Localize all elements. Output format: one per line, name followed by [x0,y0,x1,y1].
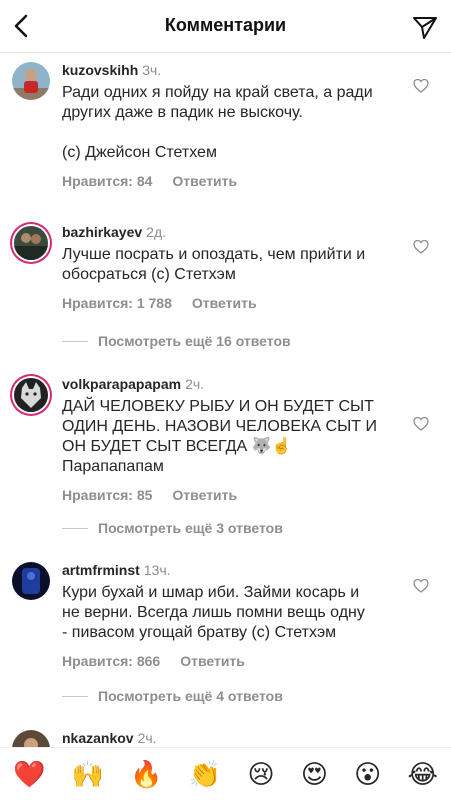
view-replies-label: Посмотреть ещё 4 ответов [98,688,283,704]
page-title: Комментарии [164,15,287,35]
heart-eyes-emoji-button[interactable]: 😍 [301,761,328,787]
view-replies-label: Посмотреть ещё 3 ответов [98,520,283,536]
laughing-emoji-button[interactable]: 😂 [407,761,437,787]
comment-username[interactable]: nkazankov [62,730,134,746]
divider-line [62,527,88,529]
comment-time: 2д. [146,224,167,240]
emoji-reaction-bar: ❤️ 🙌 🔥 👏 😢 😍 😮 😂 [0,747,451,800]
surprised-emoji-button[interactable]: 😮 [354,761,381,787]
comment-text: Ради одних я пойду на край света, а ради… [62,84,373,161]
comment-username[interactable]: artmfrminst [62,562,140,578]
top-bar: Комментарии [0,0,451,53]
comment-time: 3ч. [142,62,162,78]
fire-emoji-button[interactable]: 🔥 [130,761,162,787]
view-replies-button[interactable]: Посмотреть ещё 16 ответов [62,333,291,349]
heart-icon[interactable] [413,239,429,255]
avatar[interactable] [14,226,48,260]
heart-icon[interactable] [413,78,429,94]
divider-line [62,340,88,342]
comment-text: Кури бухай и шмар иби. Займи косарь и не… [62,584,365,641]
likes-count[interactable]: Нравится: 85 [62,487,152,503]
view-replies-button[interactable]: Посмотреть ещё 4 ответов [62,688,283,704]
reply-button[interactable]: Ответить [172,173,237,189]
view-replies-label: Посмотреть ещё 16 ответов [98,333,291,349]
likes-count[interactable]: Нравится: 866 [62,653,160,669]
comment-time: 2ч. [137,730,157,746]
comment-username[interactable]: kuzovskihh [62,62,138,78]
view-replies-button[interactable]: Посмотреть ещё 3 ответов [62,520,283,536]
comment-time: 2ч. [185,376,205,392]
heart-icon[interactable] [413,416,429,432]
likes-count[interactable]: Нравится: 1 788 [62,295,172,311]
avatar[interactable] [12,62,50,100]
comment-time: 13ч. [143,562,171,578]
avatar[interactable] [14,378,48,412]
raised-hands-emoji-button[interactable]: 🙌 [72,761,104,787]
reply-button[interactable]: Ответить [180,653,245,669]
reply-button[interactable]: Ответить [172,487,237,503]
crying-emoji-button[interactable]: 😢 [247,761,274,787]
comment-username[interactable]: volkparapapapam [62,376,181,392]
heart-icon[interactable] [413,578,429,594]
reply-button[interactable]: Ответить [192,295,257,311]
comment-text: ДАЙ ЧЕЛОВЕКУ РЫБУ И ОН БУДЕТ СЫТ ОДИН ДЕ… [62,398,377,475]
paper-plane-icon[interactable] [411,13,439,41]
heart-emoji-button[interactable]: ❤️ [13,761,45,787]
divider-line [62,695,88,697]
avatar[interactable] [12,562,50,600]
comment-text: Лучше посрать и опоздать, чем прийти и о… [62,246,366,283]
comment-username[interactable]: bazhirkayev [62,224,142,240]
likes-count[interactable]: Нравится: 84 [62,173,152,189]
clapping-emoji-button[interactable]: 👏 [189,761,221,787]
